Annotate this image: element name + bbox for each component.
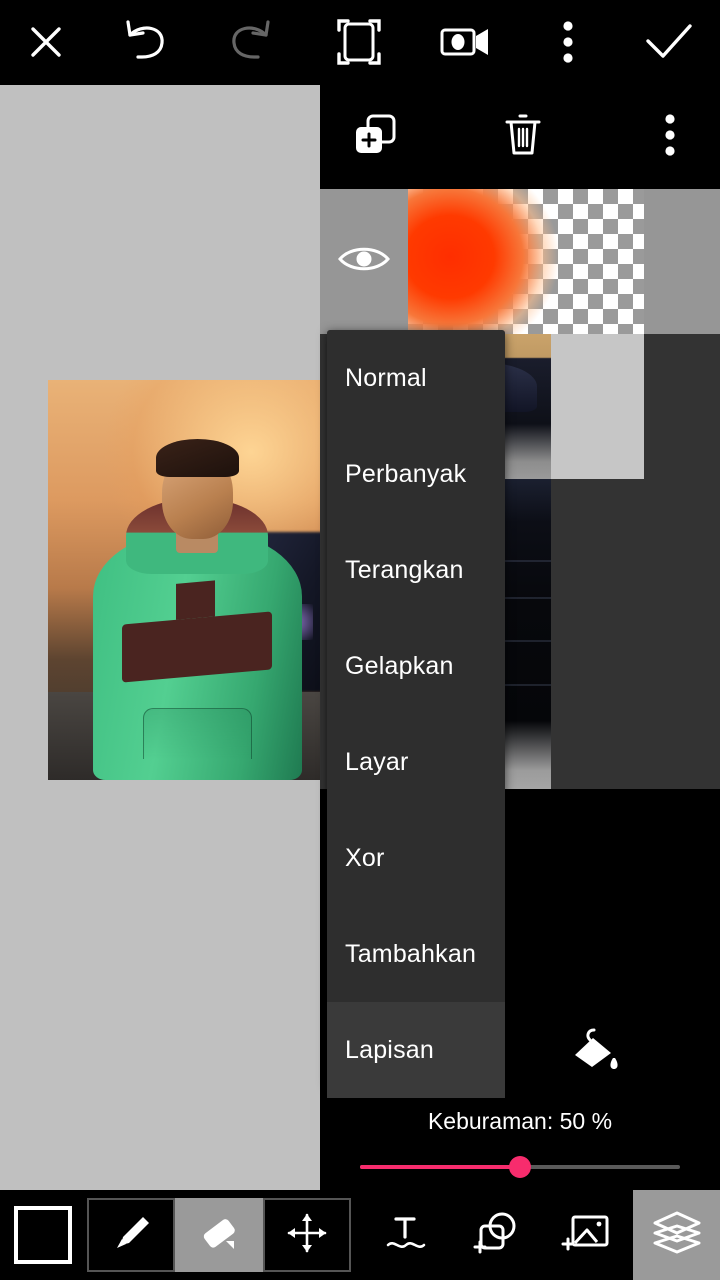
text-tool-button[interactable] (361, 1190, 452, 1280)
eraser-tool-button[interactable] (174, 1190, 263, 1280)
confirm-check-icon (643, 21, 695, 63)
delete-layer-icon (501, 111, 545, 164)
add-image-tool-button[interactable] (542, 1190, 633, 1280)
brush-tool-button[interactable] (86, 1190, 175, 1280)
layers-button[interactable] (633, 1190, 720, 1280)
blend-mode-option-perbanyak[interactable]: Perbanyak (327, 426, 505, 522)
delete-layer-button[interactable] (468, 85, 578, 189)
layer-thumbnail[interactable] (408, 189, 644, 334)
blend-mode-option-tambahkan[interactable]: Tambahkan (327, 906, 505, 1002)
move-tool[interactable] (262, 1198, 351, 1272)
brush-icon (109, 1211, 153, 1260)
blend-mode-dropdown[interactable]: Normal Perbanyak Terangkan Gelapkan Laya… (327, 330, 505, 1098)
opacity-slider[interactable] (360, 1155, 680, 1179)
eraser-tool[interactable] (174, 1198, 263, 1272)
redo-button[interactable] (198, 0, 304, 84)
add-layer-button[interactable] (320, 85, 430, 189)
slider-thumb[interactable] (509, 1156, 531, 1178)
undo-icon (118, 19, 172, 65)
color-swatch[interactable] (14, 1206, 73, 1264)
blend-mode-option-terangkan[interactable]: Terangkan (327, 522, 505, 618)
layer-row-spacer (644, 479, 720, 789)
table-row[interactable] (320, 189, 720, 334)
blend-mode-option-layar[interactable]: Layar (327, 714, 505, 810)
text-icon (380, 1211, 432, 1260)
crop-button[interactable] (304, 0, 414, 84)
top-toolbar (0, 0, 720, 84)
crop-icon (335, 16, 383, 68)
undo-button[interactable] (92, 0, 198, 84)
add-layer-icon (350, 111, 400, 164)
blend-mode-option-lapisan[interactable]: Lapisan (327, 1002, 505, 1098)
layer-overflow-menu-icon (663, 113, 677, 162)
visibility-eye-icon (337, 243, 391, 280)
add-shape-tool-button[interactable] (452, 1190, 543, 1280)
layers-stack-icon (650, 1208, 704, 1263)
close-button[interactable] (0, 0, 92, 84)
eraser-icon (196, 1211, 242, 1260)
camera-icon (438, 22, 494, 62)
add-shape-icon (471, 1209, 523, 1262)
redo-icon (224, 19, 278, 65)
photo-subject (93, 436, 302, 780)
fill-button[interactable] (568, 1022, 624, 1085)
layer-toolbar (320, 85, 720, 189)
blend-mode-option-gelapkan[interactable]: Gelapkan (327, 618, 505, 714)
camera-button[interactable] (414, 0, 518, 84)
bottom-toolbar (0, 1190, 720, 1280)
move-tool-button[interactable] (262, 1190, 351, 1280)
paint-bucket-icon (568, 1028, 624, 1084)
apply-button[interactable] (618, 0, 720, 84)
layer-row-spacer (644, 334, 720, 479)
layer-visibility-toggle[interactable] (320, 189, 408, 334)
color-swatch-button[interactable] (0, 1206, 87, 1264)
canvas-photo[interactable] (48, 380, 330, 780)
blend-mode-option-normal[interactable]: Normal (327, 330, 505, 426)
close-icon (26, 22, 66, 62)
more-options-button[interactable] (518, 0, 618, 84)
overflow-menu-icon (561, 20, 575, 64)
blend-mode-option-xor[interactable]: Xor (327, 810, 505, 906)
slider-fill (360, 1165, 520, 1169)
move-icon (284, 1210, 330, 1261)
opacity-label: Keburaman: 50 % (427, 1108, 613, 1134)
app-root: Keburaman: 50 % Normal Perbanyak Terangk… (0, 0, 720, 1280)
layer-row-spacer (644, 189, 720, 334)
layer-options-button[interactable] (620, 85, 720, 189)
add-image-icon (561, 1210, 615, 1261)
brush-tool[interactable] (86, 1198, 175, 1272)
